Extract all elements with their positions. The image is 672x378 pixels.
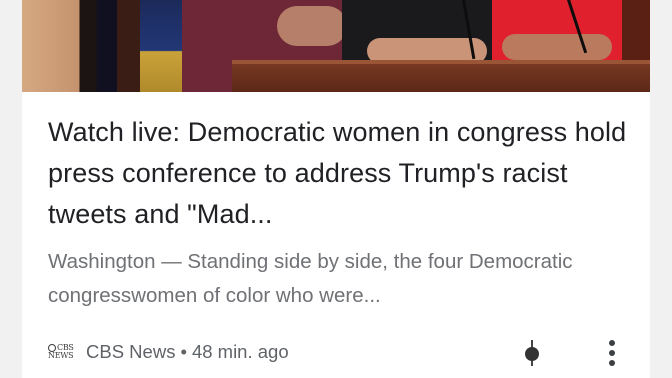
article-headline[interactable]: Watch live: Democratic women in congress… [48,112,638,235]
article-thumbnail-image[interactable] [22,0,650,92]
pushpin-icon[interactable] [518,338,546,368]
image-region [232,60,650,92]
news-card[interactable]: Watch live: Democratic women in congress… [22,0,650,378]
cbs-eye-logo-icon: CBS NEWS [48,341,74,363]
vertical-ellipsis-icon[interactable] [600,338,624,368]
source-name[interactable]: CBS News [86,341,175,363]
logo-line-2: NEWS [48,351,74,360]
image-region [22,0,117,92]
meta-separator: • [180,341,187,362]
image-region [232,60,650,64]
publish-time: 48 min. ago [191,341,289,362]
article-meta: CBS NEWS CBS News • 48 min. ago [48,338,289,366]
image-region [502,34,612,60]
image-region [277,6,347,46]
article-snippet[interactable]: Washington — Standing side by side, the … [48,245,608,313]
